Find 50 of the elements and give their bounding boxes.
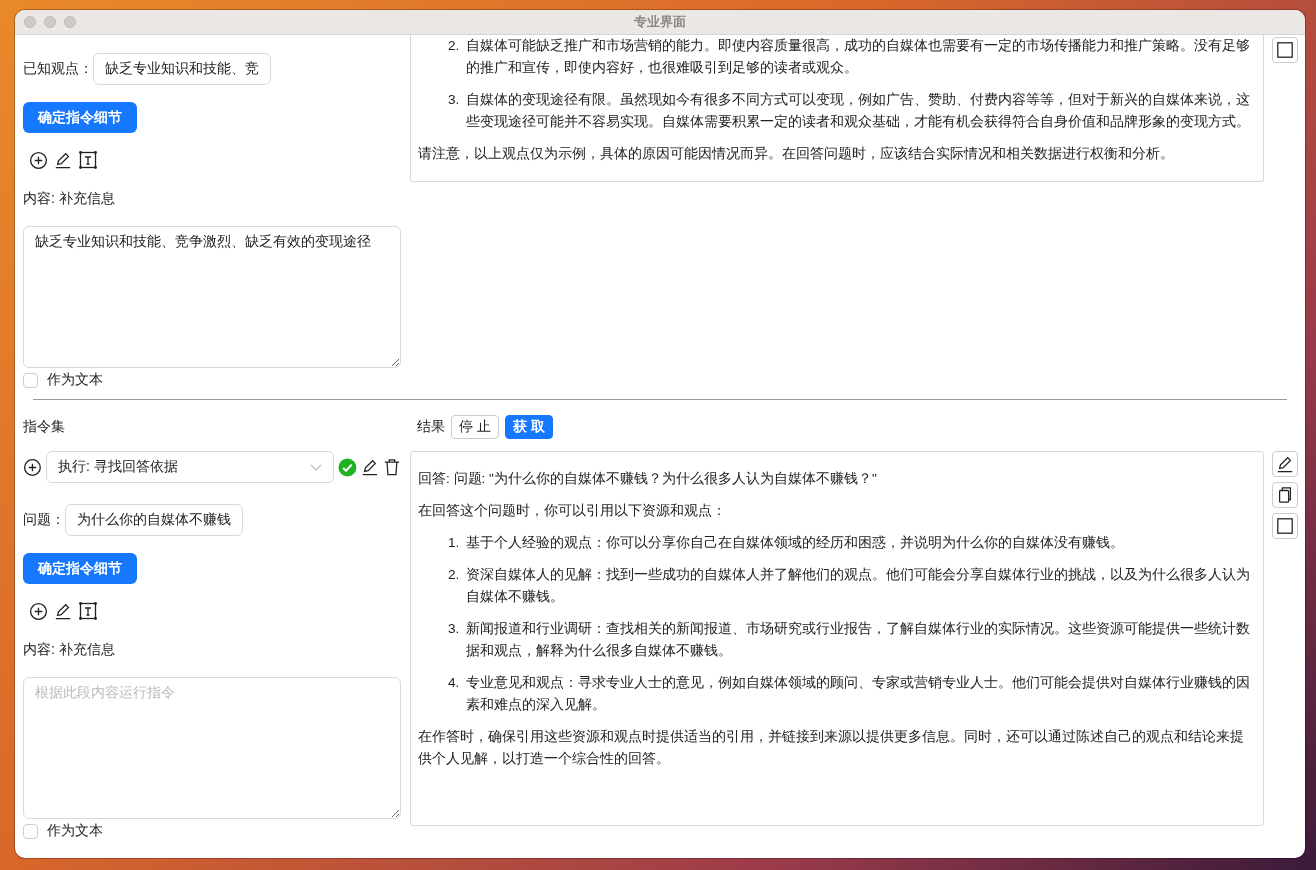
square-button[interactable] — [1271, 513, 1298, 539]
stop-button[interactable]: 停 止 — [451, 415, 499, 439]
list-number: 3. — [448, 91, 461, 109]
fetch-button[interactable]: 获 取 — [504, 415, 553, 439]
checkbox-label: 作为文本 — [47, 822, 103, 840]
input-field[interactable]: 缺乏专业知识和技能、竞争激烈、缺乏有效的变现途径 — [23, 226, 401, 368]
add-icon[interactable] — [29, 601, 48, 621]
section-title: 指令集 — [23, 418, 65, 434]
text-box-icon[interactable] — [78, 601, 98, 621]
window-title: 专业界面 — [634, 14, 686, 29]
paragraph: 请注意，以上观点仅为示例，具体的原因可能因情况而异。在回答问题时，应该结合实际情况和相关数据进行权衡和分析。 — [418, 146, 1174, 161]
list-item-text: 资深自媒体人的见解：找到一些成功的自媒体人并了解他们的观点。他们可能会分享自媒体行业的挑战，以及为什么很多人认为自媒体不赚钱。 — [466, 566, 1251, 606]
square-button[interactable] — [1271, 37, 1298, 63]
delete-icon[interactable] — [383, 458, 401, 476]
list-number: 2. — [448, 37, 461, 55]
square-icon — [1275, 41, 1294, 59]
add-icon[interactable] — [29, 150, 48, 170]
field-label: 问题： — [23, 511, 65, 529]
confirm-button[interactable]: 确定指令细节 — [23, 553, 137, 584]
confirm-button[interactable]: 确定指令细节 — [23, 102, 137, 133]
list-number: 2. — [448, 566, 461, 584]
instruction-select[interactable]: 执行: 寻找回答依据 — [45, 451, 335, 483]
edit-icon[interactable] — [54, 151, 72, 169]
field-label: 已知观点： — [23, 60, 93, 78]
paragraph: 在回答这个问题时，你可以引用以下资源和观点： — [418, 503, 726, 518]
input-field[interactable]: 根据此段内容运行指令 — [23, 677, 401, 819]
list-number: 3. — [448, 620, 461, 638]
square-icon — [1275, 517, 1294, 535]
add-icon[interactable] — [23, 457, 42, 477]
input-field[interactable]: 为什么你的自媒体不赚钱 — [65, 504, 243, 536]
input-field[interactable]: 缺乏专业知识和技能、竞 — [93, 53, 271, 85]
paragraph: 在作答时，确保引用这些资源和观点时提供适当的引用，并链接到来源以提供更多信息。同时，还可以通过陈述自己的观点和结论来提供个人见解，以打造一个综合性的回答。 — [418, 729, 1244, 766]
paragraph: 回答: 问题: "为什么你的自媒体不赚钱？为什么很多人认为自媒体不赚钱？" — [418, 471, 877, 486]
list-item-text: 新闻报道和行业调研：查找相关的新闻报道、市场研究或行业报告，了解自媒体行业的实际情况。这些资源可能提供一些统计数据和观点，解释为什么很多自媒体不赚钱。 — [466, 620, 1251, 660]
content-label: 内容: 补充信息 — [23, 641, 115, 657]
checkbox[interactable] — [23, 372, 38, 388]
list-number: 1. — [448, 534, 461, 552]
result-label: 结果 — [417, 418, 445, 436]
list-item-text: 自媒体的变现途径有限。虽然现如今有很多不同方式可以变现，例如广告、赞助、付费内容等等，但对于新兴的自媒体来说，这些变现途径可能并不容易实现。自媒体需要积累一定的读者和观众基础，才能有机会获得符合自身价值和品牌形象的变现方式。 — [466, 91, 1251, 131]
list-number: 4. — [448, 674, 461, 692]
copy-button[interactable] — [1271, 482, 1298, 508]
list-item-text: 基于个人经验的观点：你可以分享你自己在自媒体领域的经历和困惑，并说明为什么你的自媒体没有赚钱。 — [466, 534, 1124, 552]
text-box-icon[interactable] — [78, 150, 98, 170]
edit-icon[interactable] — [361, 458, 380, 476]
list-item-text: 自媒体可能缺乏推广和市场营销的能力。即使内容质量很高，成功的自媒体也需要有一定的市场传播能力和推广策略。没有足够的推广和宣传，即使内容好，也很难吸引到足够的读者或观众。 — [466, 37, 1251, 77]
checkbox[interactable] — [23, 823, 38, 839]
checkbox-label: 作为文本 — [47, 371, 103, 389]
edit-icon[interactable] — [54, 602, 72, 620]
content-label: 内容: 补充信息 — [23, 190, 115, 206]
list-item-text: 专业意见和观点：寻求专业人士的意见，例如自媒体领域的顾问、专家或营销专业人士。他们可能会提供对自媒体行业赚钱的因素和难点的深入见解。 — [466, 674, 1251, 714]
